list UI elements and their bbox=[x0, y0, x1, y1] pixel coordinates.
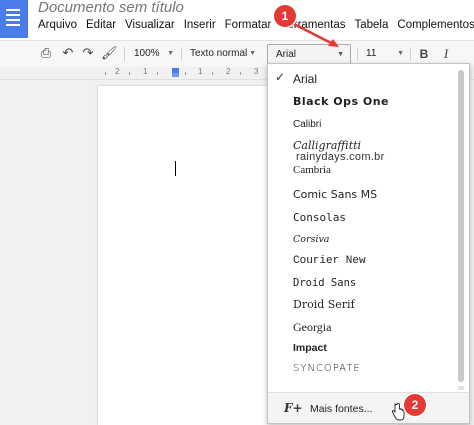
chevron-down-icon: ▼ bbox=[337, 51, 344, 58]
font-option-black-ops-one[interactable]: Black Ops One bbox=[293, 95, 389, 108]
document-title[interactable]: Documento sem título bbox=[38, 0, 184, 16]
add-font-icon: F+ bbox=[284, 401, 303, 415]
font-select[interactable]: Arial ▼ bbox=[267, 44, 351, 65]
dropdown-scrollbar[interactable] bbox=[458, 70, 464, 382]
ruler-number: 2 bbox=[115, 67, 120, 76]
watermark: rainydays.com.br bbox=[296, 151, 385, 163]
print-icon[interactable]: ⎙ bbox=[38, 46, 54, 62]
menu-visualizar[interactable]: Visualizar bbox=[125, 19, 175, 31]
font-option-corsiva[interactable]: Corsiva bbox=[293, 234, 329, 245]
undo-icon[interactable]: ↶ bbox=[60, 46, 76, 62]
zoom-select[interactable]: 100% ▼ bbox=[134, 46, 174, 62]
top-bar: Documento sem título Arquivo Editar Visual… bbox=[0, 0, 474, 40]
scrollbar-track-end bbox=[458, 386, 464, 390]
hand-cursor-icon bbox=[391, 403, 405, 421]
ruler-number: 1 bbox=[198, 67, 203, 76]
menu-tabela[interactable]: Tabela bbox=[355, 19, 389, 31]
chevron-down-icon: ▼ bbox=[167, 50, 174, 57]
annotation-badge-2: 2 bbox=[404, 394, 426, 416]
menu-complementos[interactable]: Complementos bbox=[397, 19, 474, 31]
font-option-syncopate[interactable]: Syncopate bbox=[293, 363, 361, 374]
font-option-comic-sans[interactable]: Comic Sans MS bbox=[293, 188, 377, 201]
font-option-courier-new[interactable]: Courier New bbox=[293, 255, 366, 267]
font-option-calibri[interactable]: Calibri bbox=[293, 119, 321, 130]
font-option-arial[interactable]: Arial bbox=[293, 72, 317, 86]
docs-logo-icon[interactable] bbox=[0, 0, 28, 38]
more-fonts-label: Mais fontes... bbox=[310, 403, 373, 415]
font-dropdown-menu: ✓ Arial Black Ops One Calibri Calligraff… bbox=[267, 63, 470, 424]
annotation-badge-1: 1 bbox=[274, 5, 296, 27]
font-option-georgia[interactable]: Georgia bbox=[293, 320, 331, 335]
chevron-down-icon: ▼ bbox=[397, 50, 404, 57]
menu-formatar[interactable]: Formatar bbox=[225, 19, 272, 31]
more-fonts-button[interactable]: F+ Mais fontes... bbox=[268, 393, 469, 423]
font-option-droid-sans[interactable]: Droid Sans bbox=[293, 277, 356, 289]
style-select[interactable]: Texto normal ▼ bbox=[190, 46, 256, 62]
menu-arquivo[interactable]: Arquivo bbox=[38, 19, 77, 31]
style-value: Texto normal bbox=[190, 48, 248, 59]
menu-bar: Arquivo Editar Visualizar Inserir Formatar Fe… bbox=[38, 19, 474, 35]
font-size-value: 11 bbox=[366, 48, 377, 59]
paint-format-icon[interactable]: 🖌 bbox=[101, 46, 118, 62]
font-option-consolas[interactable]: Consolas bbox=[293, 211, 346, 224]
font-option-cambria[interactable]: Cambria bbox=[293, 164, 331, 176]
zoom-value: 100% bbox=[134, 48, 160, 59]
ruler-number: 1 bbox=[143, 67, 148, 76]
menu-inserir[interactable]: Inserir bbox=[184, 19, 216, 31]
chevron-down-icon: ▼ bbox=[249, 50, 256, 57]
ruler-number: 3 bbox=[254, 67, 259, 76]
font-option-droid-serif[interactable]: Droid Serif bbox=[293, 298, 355, 311]
menu-editar[interactable]: Editar bbox=[86, 19, 116, 31]
checkmark-icon: ✓ bbox=[275, 70, 286, 84]
bold-button[interactable]: B bbox=[416, 46, 432, 62]
first-line-indent-marker[interactable] bbox=[172, 73, 179, 77]
ruler-number: 2 bbox=[226, 67, 231, 76]
font-size-select[interactable]: 11 ▼ bbox=[366, 46, 404, 62]
font-value: Arial bbox=[276, 49, 297, 60]
font-option-impact[interactable]: Impact bbox=[293, 342, 327, 354]
redo-icon[interactable]: ↷ bbox=[80, 46, 96, 62]
text-cursor bbox=[175, 161, 176, 176]
italic-button[interactable]: I bbox=[438, 46, 454, 62]
